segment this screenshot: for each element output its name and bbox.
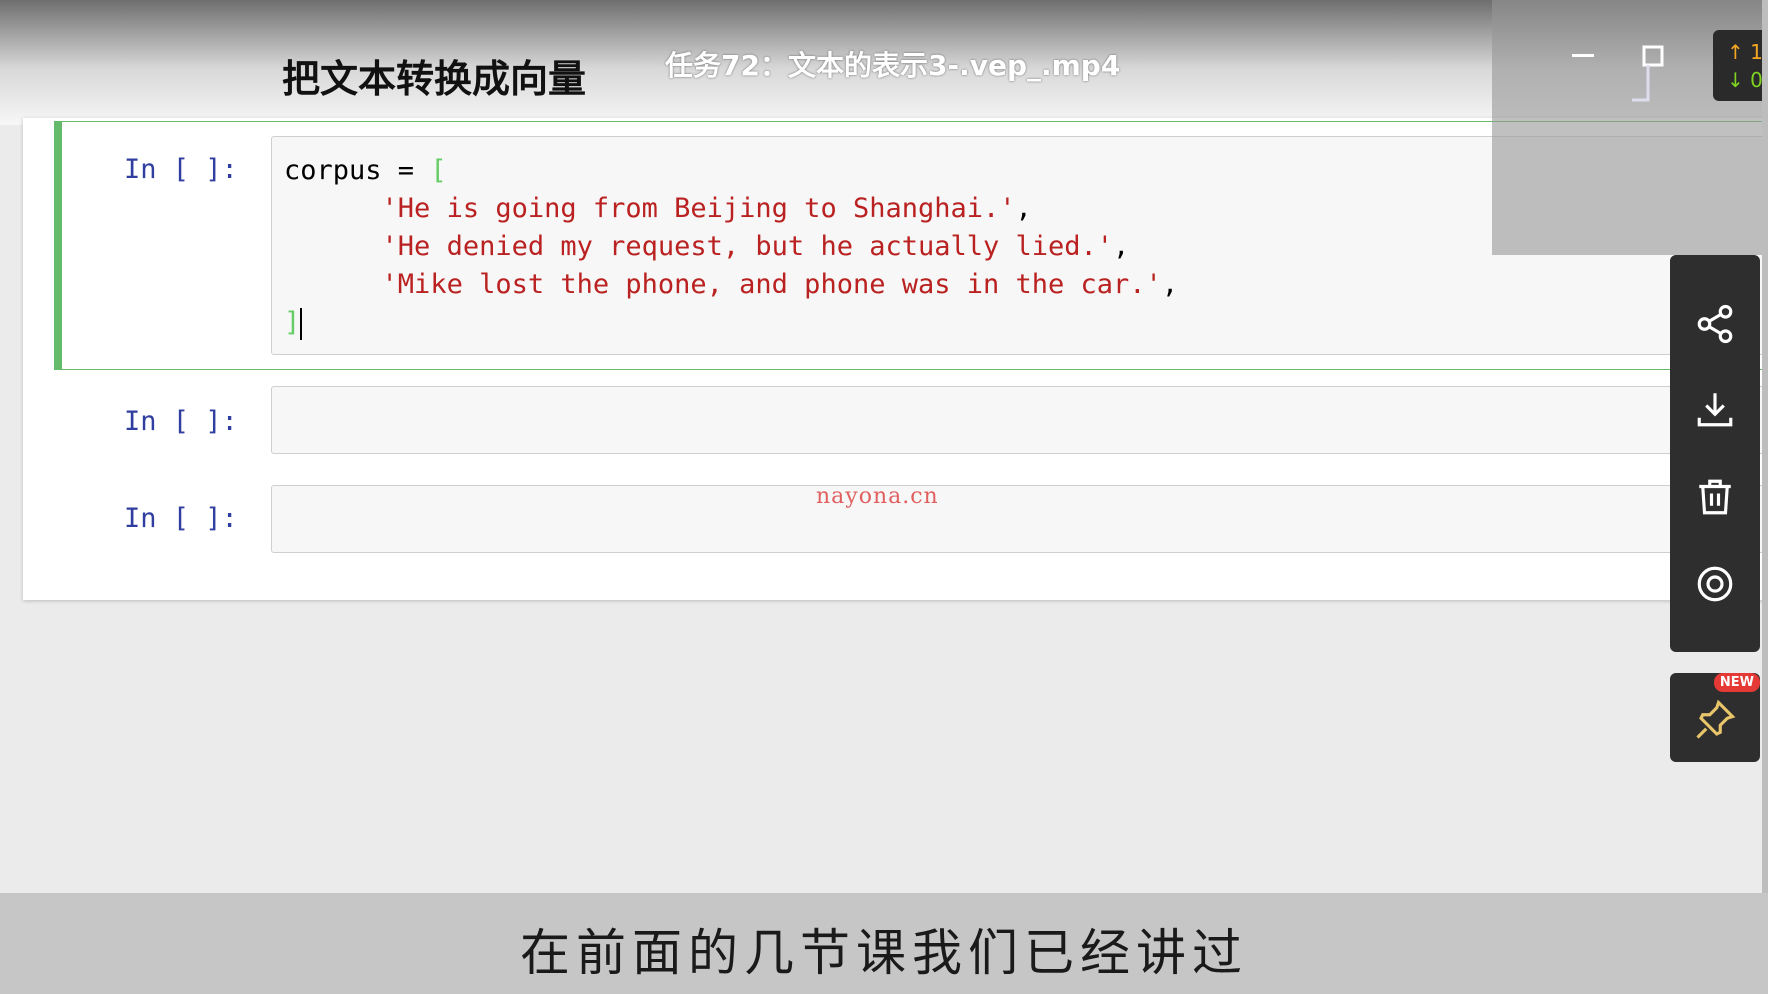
cell-prompt: In [ ]: (124, 154, 238, 185)
share-icon[interactable] (1694, 303, 1736, 345)
pin-icon (1696, 699, 1736, 739)
page-heading: 把文本转换成向量 (282, 57, 587, 101)
video-title: 任务72：文本的表示3-.vep_.mp4 (665, 49, 1121, 82)
settings-icon[interactable] (1694, 563, 1736, 605)
maximize-icon[interactable] (1630, 45, 1666, 103)
subtitle-bar: 在前面的几节课我们已经讲过 (0, 893, 1768, 994)
network-speed-badge: ↑ 1. ↓ 0. (1713, 30, 1768, 101)
scrollbar[interactable] (1762, 0, 1768, 893)
side-toolbar (1670, 255, 1760, 652)
cell-prompt: In [ ]: (124, 503, 238, 534)
minimize-icon[interactable] (1572, 54, 1594, 57)
code-input[interactable] (271, 485, 1768, 553)
watermark: nayona.cn (816, 484, 939, 509)
download-icon[interactable] (1694, 388, 1736, 430)
text-cursor (300, 307, 303, 340)
pin-button[interactable]: NEW (1670, 673, 1760, 762)
cell-prompt: In [ ]: (124, 406, 238, 437)
code-text[interactable]: corpus = [ 'He is going from Beijing to … (284, 152, 1178, 342)
subtitle-text: 在前面的几节课我们已经讲过 (520, 924, 1248, 982)
trash-icon[interactable] (1694, 476, 1736, 518)
new-badge: NEW (1713, 673, 1760, 692)
code-input[interactable] (271, 386, 1768, 454)
